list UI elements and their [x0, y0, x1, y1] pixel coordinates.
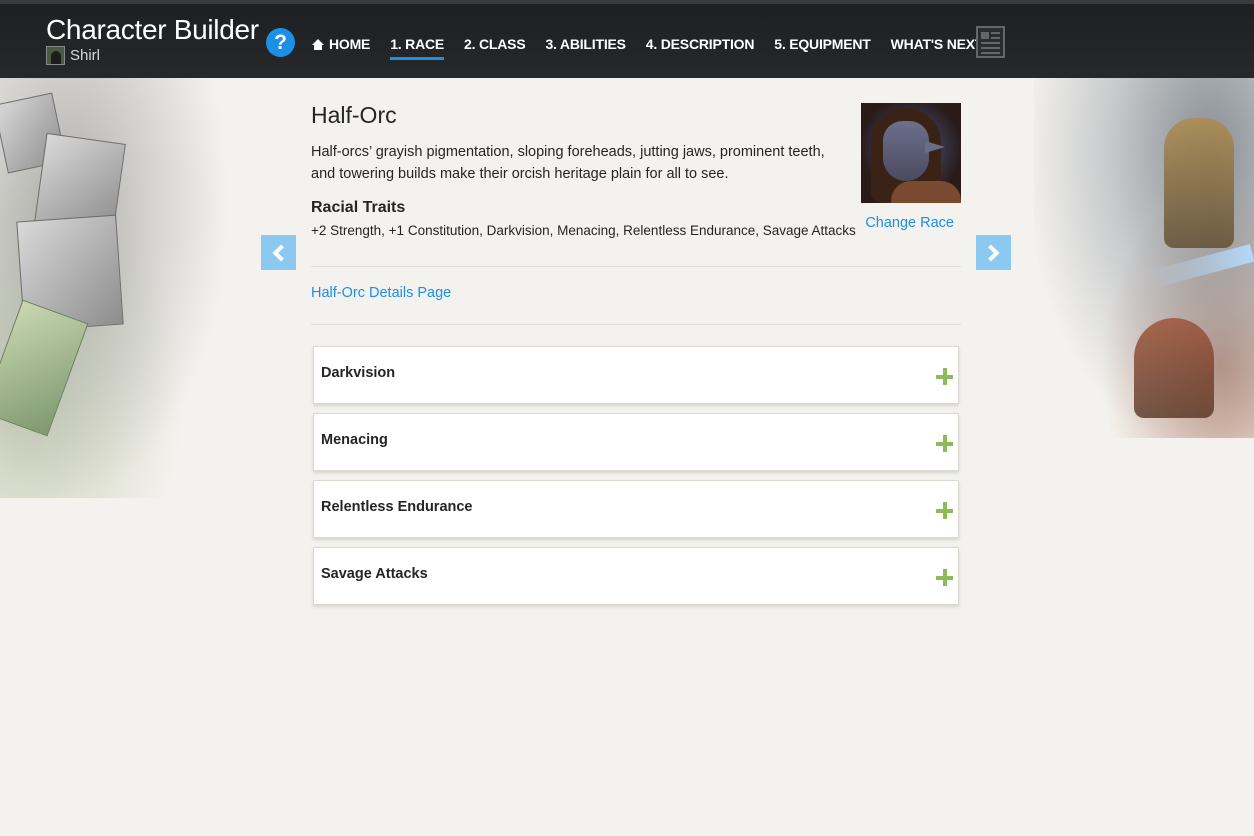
feature-menacing[interactable]: Menacing — [313, 413, 959, 471]
change-race-link[interactable]: Change Race — [865, 215, 954, 231]
divider — [311, 324, 961, 325]
nav-label: WHAT'S NEXT — [890, 36, 984, 52]
dwarf-figure-image — [1164, 118, 1234, 248]
nav-label: 2. CLASS — [464, 36, 526, 52]
nav-race[interactable]: 1. RACE — [390, 34, 445, 60]
feature-name: Relentless Endurance — [321, 499, 473, 515]
racial-traits-list: +2 Strength, +1 Constitution, Darkvision… — [311, 223, 856, 238]
top-bar: Character Builder Shirl ? HOME 1. RACE 2… — [0, 0, 1254, 78]
dice-artwork — [0, 78, 230, 498]
magic-beam-image — [1143, 244, 1254, 290]
race-details-link[interactable]: Half-Orc Details Page — [311, 285, 961, 301]
nav-equipment[interactable]: 5. EQUIPMENT — [774, 34, 871, 54]
nav-description[interactable]: 4. DESCRIPTION — [645, 34, 755, 54]
die-image — [0, 299, 89, 437]
plus-icon[interactable] — [936, 502, 953, 519]
feature-savage-attacks[interactable]: Savage Attacks — [313, 547, 959, 605]
nav-class[interactable]: 2. CLASS — [464, 34, 526, 54]
chevron-left-icon — [272, 244, 290, 261]
nav-home[interactable]: HOME — [312, 34, 370, 54]
nav-abilities[interactable]: 3. ABILITIES — [545, 34, 626, 54]
race-description: Half-orcs’ grayish pigmentation, sloping… — [311, 144, 825, 182]
nav-label: 5. EQUIPMENT — [774, 36, 871, 52]
feature-name: Savage Attacks — [321, 566, 428, 582]
hooded-figure-image — [1134, 318, 1214, 418]
previous-race-button[interactable] — [261, 235, 296, 270]
racial-features-list: Darkvision Menacing Relentless Endurance… — [313, 346, 959, 614]
feature-darkvision[interactable]: Darkvision — [313, 346, 959, 404]
app-title[interactable]: Character Builder — [46, 14, 259, 46]
character-avatar-icon — [46, 46, 65, 65]
race-portrait — [861, 103, 961, 203]
plus-icon[interactable] — [936, 569, 953, 586]
feature-relentless-endurance[interactable]: Relentless Endurance — [313, 480, 959, 538]
chevron-right-icon — [982, 244, 1000, 261]
nav-label: HOME — [329, 36, 371, 52]
nav-label: 1. RACE — [390, 36, 445, 52]
character-sheet-icon[interactable] — [976, 26, 1005, 58]
race-panel: Half-Orc Half-orcs’ grayish pigmentation… — [311, 100, 961, 325]
race-header: Half-Orc Half-orcs’ grayish pigmentation… — [311, 102, 961, 267]
plus-icon[interactable] — [936, 435, 953, 452]
character-name: Shirl — [70, 47, 101, 64]
feature-name: Darkvision — [321, 365, 396, 381]
feature-name: Menacing — [321, 432, 388, 448]
brand: Character Builder Shirl — [46, 14, 259, 65]
character-info[interactable]: Shirl — [46, 46, 259, 65]
next-race-button[interactable] — [976, 235, 1011, 270]
plus-icon[interactable] — [936, 368, 953, 385]
nav-label: 3. ABILITIES — [545, 36, 626, 52]
nav-label: 4. DESCRIPTION — [645, 36, 755, 52]
adventurers-artwork — [1034, 78, 1254, 438]
home-icon — [312, 38, 324, 50]
help-button[interactable]: ? — [266, 28, 295, 57]
main-nav: HOME 1. RACE 2. CLASS 3. ABILITIES 4. DE… — [312, 34, 1013, 60]
